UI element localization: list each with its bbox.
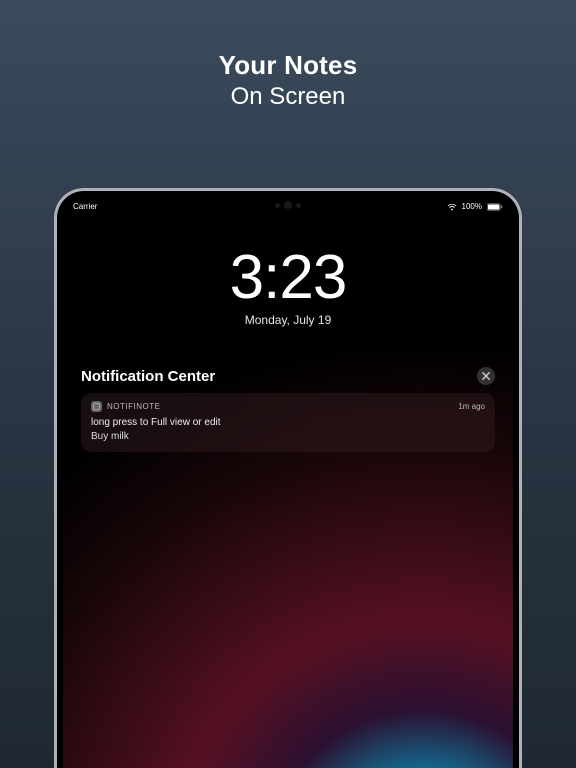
marketing-headline: Your Notes On Screen <box>0 0 576 111</box>
device-frame: Carrier 100% <box>54 188 522 768</box>
notification-center: Notification Center <box>63 367 513 452</box>
notification-center-title: Notification Center <box>81 368 215 385</box>
close-button[interactable] <box>477 367 495 385</box>
app-icon <box>91 401 102 412</box>
notification-app: NOTIFINOTE <box>91 401 160 412</box>
lock-screen-content: 3:23 Monday, July 19 <box>63 247 513 327</box>
notification-card[interactable]: NOTIFINOTE 1m ago long press to Full vie… <box>81 393 495 452</box>
headline-title: Your Notes <box>0 50 576 81</box>
wifi-icon <box>447 203 457 211</box>
clock: 3:23 <box>63 247 513 309</box>
date-label: Monday, July 19 <box>63 313 513 327</box>
notification-header: NOTIFINOTE 1m ago <box>91 401 485 412</box>
notification-time: 1m ago <box>458 402 485 411</box>
notification-center-header: Notification Center <box>81 367 495 385</box>
status-right: 100% <box>447 202 503 211</box>
device-bezel: Carrier 100% <box>57 191 519 768</box>
close-icon <box>482 372 490 380</box>
app-name: NOTIFINOTE <box>107 402 160 411</box>
headline-subtitle: On Screen <box>0 83 576 111</box>
battery-icon <box>487 203 503 211</box>
notification-body: Buy milk <box>91 430 485 444</box>
device-screen: Carrier 100% <box>63 197 513 768</box>
carrier-label: Carrier <box>73 202 97 211</box>
notification-title: long press to Full view or edit <box>91 416 485 430</box>
battery-percent: 100% <box>462 202 482 211</box>
camera-notch <box>275 201 301 209</box>
